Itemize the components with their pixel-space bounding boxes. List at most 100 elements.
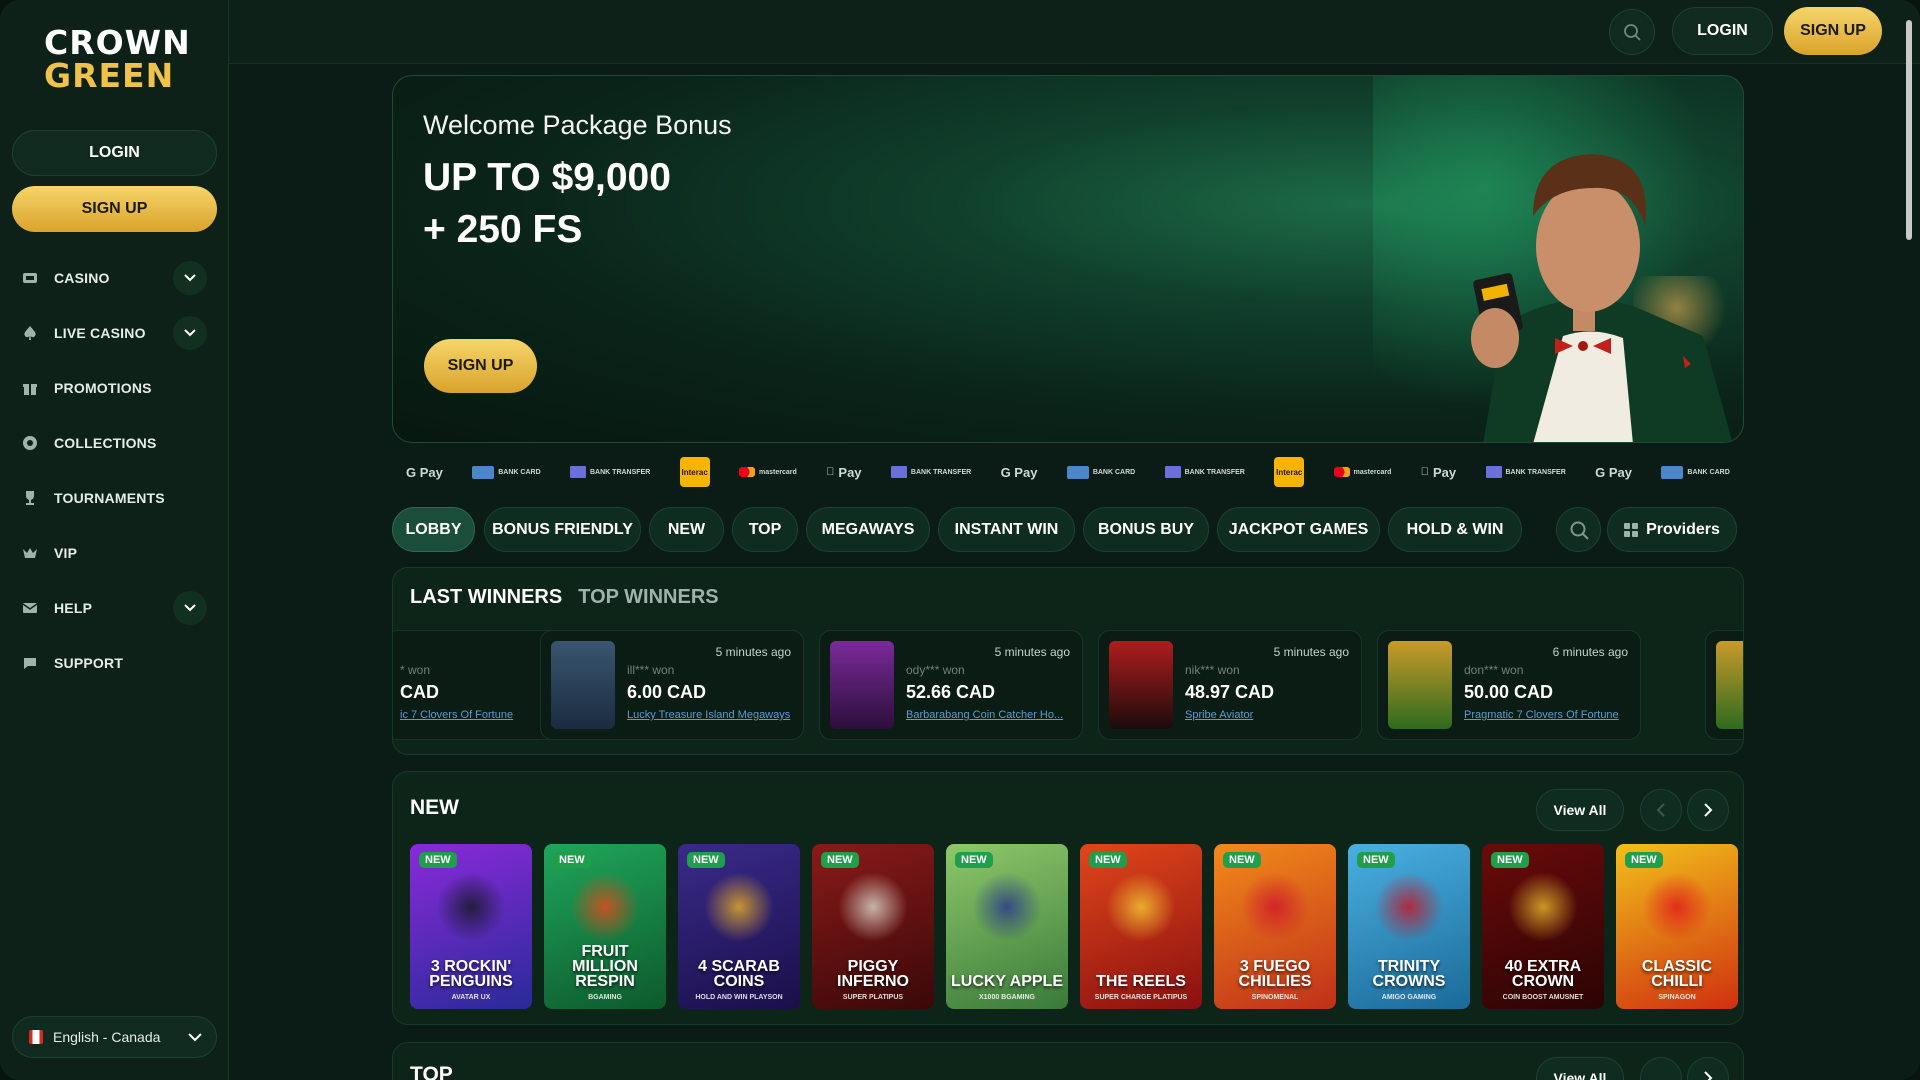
game-title: CLASSIC CHILLI — [1641, 958, 1713, 990]
sidebar-item-label: SUPPORT — [54, 654, 124, 671]
sidebar-item-live-casino[interactable]: LIVE CASINO — [0, 305, 229, 360]
bank-card-icon — [472, 465, 495, 479]
new-badge: NEW — [553, 852, 591, 868]
game-artwork — [1240, 872, 1310, 942]
top-games-section: TOP View All — [392, 1042, 1744, 1080]
tab-lobby[interactable]: LOBBY — [392, 507, 475, 552]
payment-logo: Interac — [679, 457, 710, 487]
win-amount: 6.00 CAD — [627, 682, 707, 702]
game-tile[interactable]: NEW 4 SCARAB COINS HOLD AND WIN PLAYSON — [678, 844, 800, 1009]
view-all-button[interactable]: View All — [1536, 789, 1624, 831]
sidebar-item-promotions[interactable]: PROMOTIONS — [0, 360, 229, 415]
game-title: 3 FUEGO CHILLIES — [1238, 958, 1312, 990]
winner-card[interactable]: 5 minutes ago ill*** won 6.00 CAD Lucky Tre… — [540, 630, 804, 740]
new-badge: NEW — [1491, 852, 1529, 868]
game-artwork — [570, 872, 640, 942]
win-user: nik*** won — [1185, 663, 1240, 677]
tab-last-winners[interactable]: LAST WINNERS — [410, 586, 562, 609]
winner-card[interactable]: 6 minutes ago don*** won 50.00 CAD Pragmati… — [1377, 630, 1641, 740]
sidebar-item-tournaments[interactable]: TOURNAMENTS — [0, 470, 229, 525]
sidebar-signup-button[interactable]: SIGN UP — [12, 186, 217, 232]
game-tile[interactable]: NEW 3 FUEGO CHILLIES SPINOMENAL — [1214, 844, 1336, 1009]
carousel-next-button[interactable] — [1687, 1057, 1729, 1080]
sidebar-item-support[interactable]: SUPPORT — [0, 635, 229, 690]
sidebar-item-help[interactable]: HELP — [0, 580, 229, 635]
game-tile[interactable]: NEW 3 ROCKIN' PENGUINS AVATAR UX — [410, 844, 532, 1009]
tab-top-winners[interactable]: TOP WINNERS — [578, 586, 718, 609]
payment-logo: BANK CARD — [1661, 465, 1730, 479]
tab-new[interactable]: NEW — [649, 507, 724, 552]
chevron-down-icon[interactable] — [173, 260, 207, 295]
game-tile[interactable]: NEW LUCKY APPLE X1000 BGAMING — [946, 844, 1068, 1009]
game-thumbnail — [830, 641, 894, 729]
chevron-right-icon — [1704, 1071, 1713, 1080]
app-window: CROWN GREEN LOGIN SIGN UP CASINO LIVE CA… — [0, 0, 1920, 1080]
game-tile[interactable]: NEW CLASSIC CHILLI SPINAGON — [1616, 844, 1738, 1009]
tab-jackpot-games[interactable]: JACKPOT GAMES — [1217, 507, 1380, 552]
tab-bonus-buy[interactable]: BONUS BUY — [1083, 507, 1209, 552]
win-user: * won — [400, 663, 431, 677]
sidebar-item-casino[interactable]: CASINO — [0, 250, 229, 305]
search-button[interactable] — [1609, 9, 1655, 55]
payment-label: BANK TRANSFER — [906, 468, 971, 476]
game-search-button[interactable] — [1556, 507, 1601, 552]
payment-label: Pay — [832, 464, 861, 480]
win-game-link[interactable]: Spribe Aviator — [1185, 709, 1357, 721]
carousel-next-button[interactable] — [1687, 789, 1729, 831]
mail-icon — [22, 600, 38, 616]
brand-logo[interactable]: CROWN GREEN — [44, 26, 190, 92]
payment-logo: G Pay — [1595, 465, 1632, 480]
view-all-button[interactable]: View All — [1536, 1057, 1624, 1080]
chevron-left-icon — [1656, 803, 1665, 817]
tab-bonus-friendly[interactable]: BONUS FRIENDLY — [484, 507, 641, 552]
game-artwork — [972, 872, 1042, 942]
winner-card-partial[interactable] — [1705, 630, 1743, 740]
chevron-right-icon — [1704, 803, 1713, 817]
carousel-prev-button[interactable] — [1640, 789, 1682, 831]
tab-hold-win[interactable]: HOLD & WIN — [1388, 507, 1522, 552]
header-signup-button[interactable]: SIGN UP — [1784, 7, 1882, 55]
payment-label: Interac — [681, 467, 708, 477]
payment-label: G Pay — [1594, 464, 1632, 480]
sidebar-item-label: VIP — [54, 544, 78, 561]
chevron-down-icon[interactable] — [173, 315, 207, 350]
hero-title-line2: + 250 FS — [423, 208, 583, 251]
hero-banner[interactable]: Welcome Package Bonus UP TO $9,000 + 250… — [392, 75, 1744, 443]
winner-card[interactable]: 5 minutes ago ody*** won 52.66 CAD Barbarab… — [819, 630, 1083, 740]
game-title: THE REELS — [1096, 973, 1186, 990]
tab-top[interactable]: TOP — [732, 507, 798, 552]
hero-signup-button[interactable]: SIGN UP — [424, 339, 537, 393]
win-game-link[interactable]: Lucky Treasure Island Megaways — [627, 709, 799, 721]
chevron-down-icon[interactable] — [173, 590, 207, 625]
game-provider: BGAMING — [588, 994, 622, 1001]
sidebar-item-label: TOURNAMENTS — [54, 489, 165, 506]
header-login-button[interactable]: LOGIN — [1672, 7, 1773, 55]
game-tile[interactable]: NEW THE REELS SUPER CHARGE PLATIPUS — [1080, 844, 1202, 1009]
payment-logo: mastercard — [1333, 467, 1391, 477]
providers-button[interactable]: Providers — [1607, 507, 1737, 552]
payment-label: mastercard — [759, 468, 797, 476]
win-game-link[interactable]: Pragmatic 7 Clovers Of Fortune — [1464, 709, 1636, 721]
win-amount: 48.97 CAD — [1185, 682, 1275, 702]
payment-logo: G Pay — [406, 465, 443, 480]
language-selector[interactable]: English - Canada — [12, 1016, 217, 1058]
sidebar-item-collections[interactable]: COLLECTIONS — [0, 415, 229, 470]
game-tile[interactable]: NEW PIGGY INFERNO SUPER PLATIPUS — [812, 844, 934, 1009]
page-scrollbar[interactable] — [1906, 20, 1912, 240]
winner-card[interactable]: 5 minutes ago nik*** won 48.97 CAD Spribe A… — [1098, 630, 1362, 740]
game-artwork — [704, 872, 774, 942]
game-tile[interactable]: NEW FRUIT MILLION RESPIN BGAMING — [544, 844, 666, 1009]
sidebar-item-label: LIVE CASINO — [54, 324, 146, 341]
tab-megaways[interactable]: MEGAWAYS — [806, 507, 930, 552]
sidebar-item-vip[interactable]: VIP — [0, 525, 229, 580]
payment-label: BANK TRANSFER — [1503, 468, 1566, 476]
mastercard-icon — [739, 467, 756, 477]
game-tile[interactable]: NEW 40 EXTRA CROWN COIN BOOST AMUSNET — [1482, 844, 1604, 1009]
carousel-prev-button[interactable] — [1640, 1057, 1682, 1080]
sidebar-login-button[interactable]: LOGIN — [12, 130, 217, 176]
game-tile[interactable]: NEW TRINITY CROWNS AMIGO GAMING — [1348, 844, 1470, 1009]
game-title: PIGGY INFERNO — [837, 958, 909, 990]
tab-instant-win[interactable]: INSTANT WIN — [938, 507, 1075, 552]
payment-label: Interac — [1273, 467, 1302, 477]
win-game-link[interactable]: Barbarabang Coin Catcher Ho... — [906, 709, 1078, 721]
